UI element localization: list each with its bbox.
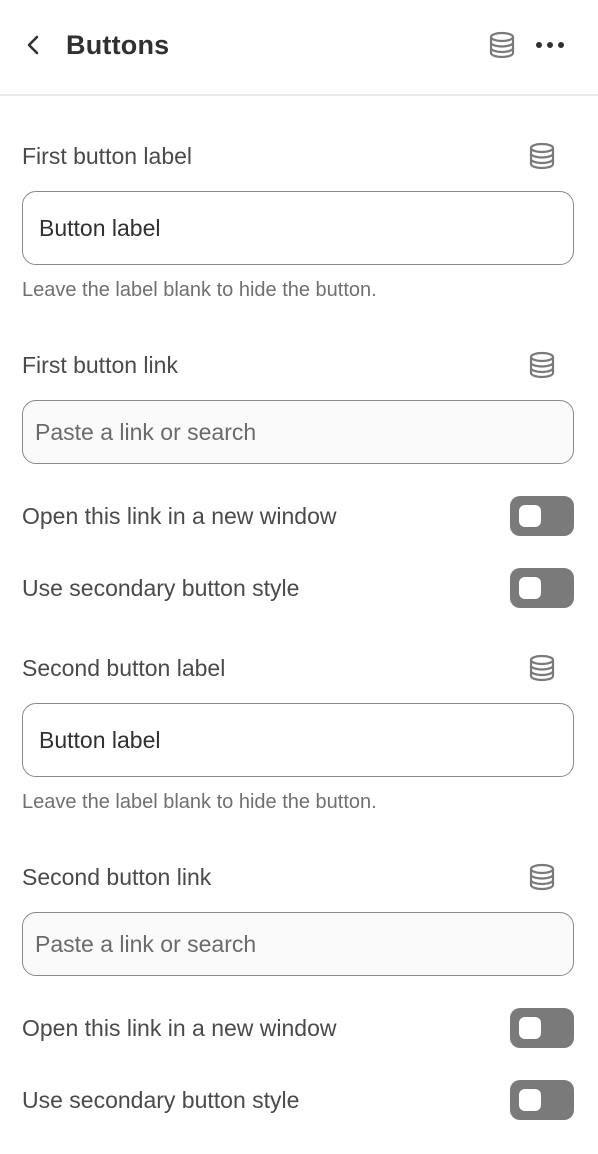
toggle-knob	[519, 1017, 541, 1039]
second-secondary-style-label: Use secondary button style	[22, 1087, 300, 1113]
database-icon	[529, 654, 555, 682]
database-icon	[529, 351, 555, 379]
chevron-left-icon	[27, 35, 39, 55]
toggle-knob	[519, 577, 541, 599]
first-new-window-label: Open this link in a new window	[22, 503, 337, 529]
first-secondary-style-label: Use secondary button style	[22, 575, 300, 601]
database-icon	[529, 863, 555, 891]
second-button-label-help: Leave the label blank to hide the button…	[22, 791, 377, 813]
second-button-link-input[interactable]	[22, 912, 574, 976]
second-button-label-heading: Second button label	[22, 655, 226, 681]
first-button-link-heading: First button link	[22, 352, 178, 378]
toggle-knob	[519, 1089, 541, 1111]
first-button-label-heading: First button label	[22, 143, 193, 169]
second-new-window-toggle[interactable]	[510, 1008, 574, 1048]
first-button-label-input[interactable]	[22, 191, 574, 265]
first-secondary-style-toggle[interactable]	[510, 568, 574, 608]
more-options-button[interactable]	[532, 30, 568, 60]
database-icon	[489, 31, 515, 59]
database-icon	[529, 142, 555, 170]
second-new-window-label: Open this link in a new window	[22, 1015, 337, 1041]
first-new-window-toggle[interactable]	[510, 496, 574, 536]
first-button-link-input[interactable]	[22, 400, 574, 464]
second-button-label-input[interactable]	[22, 703, 574, 777]
toggle-knob	[519, 505, 541, 527]
first-button-label-help: Leave the label blank to hide the button…	[22, 279, 377, 301]
first-button-label-source-button[interactable]	[526, 140, 558, 172]
second-button-link-heading: Second button link	[22, 864, 212, 890]
second-button-label-source-button[interactable]	[526, 652, 558, 684]
connect-dynamic-source-button[interactable]	[486, 29, 518, 61]
more-horizontal-icon	[536, 42, 564, 48]
page-title: Buttons	[66, 30, 170, 60]
first-button-link-source-button[interactable]	[526, 349, 558, 381]
top-bar: Buttons	[0, 0, 598, 96]
back-button[interactable]	[18, 30, 48, 60]
second-secondary-style-toggle[interactable]	[510, 1080, 574, 1120]
second-button-link-source-button[interactable]	[526, 861, 558, 893]
